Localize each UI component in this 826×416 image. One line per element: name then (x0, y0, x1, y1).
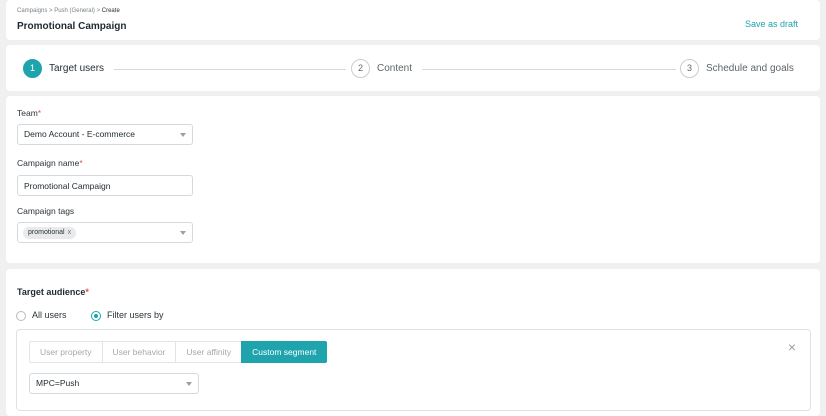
campaign-name-label-text: Campaign name (17, 158, 80, 168)
custom-segment-value: MPC=Push (36, 378, 80, 388)
step-connector (422, 69, 676, 70)
campaign-name-label: Campaign name* (17, 158, 83, 168)
breadcrumb-push-general[interactable]: Push (General) (54, 8, 95, 14)
tab-custom-segment[interactable]: Custom segment (241, 341, 328, 363)
step-3-label[interactable]: Schedule and goals (706, 63, 794, 74)
filter-users-label[interactable]: Filter users by (107, 310, 164, 320)
tag-chip: promotional x (23, 227, 77, 239)
campaign-stepper: 1 Target users 2 Content 3 Schedule and … (6, 45, 820, 91)
target-audience-title-text: Target audience (17, 287, 86, 297)
chevron-down-icon (186, 382, 192, 386)
save-as-draft-button[interactable]: Save as draft (745, 19, 798, 29)
breadcrumb-separator: > (49, 8, 53, 14)
target-audience-section: Target audience* All users Filter users … (6, 269, 820, 416)
filter-tabs: User property User behavior User affinit… (29, 341, 328, 363)
filter-users-radio[interactable] (91, 311, 101, 321)
breadcrumb: Campaigns > Push (General) > Create (17, 8, 120, 14)
step-2-circle[interactable]: 2 (351, 59, 370, 78)
target-audience-title: Target audience* (17, 287, 89, 297)
tab-user-affinity[interactable]: User affinity (175, 341, 242, 363)
required-mark: * (37, 108, 42, 118)
step-1-circle[interactable]: 1 (23, 59, 42, 78)
custom-segment-select[interactable]: MPC=Push (29, 373, 199, 394)
campaign-name-input[interactable] (17, 175, 193, 196)
tab-user-behavior[interactable]: User behavior (101, 341, 176, 363)
page-title: Promotional Campaign (17, 21, 127, 32)
chevron-down-icon (180, 133, 186, 137)
campaign-tags-select[interactable]: promotional x (17, 222, 193, 243)
step-2-label[interactable]: Content (377, 63, 412, 74)
campaign-details-form: Team* Demo Account - E-commerce Campaign… (6, 96, 820, 263)
chevron-down-icon (180, 231, 186, 235)
tab-user-property[interactable]: User property (29, 341, 102, 363)
page-header: Campaigns > Push (General) > Create Prom… (6, 0, 820, 40)
filter-panel: User property User behavior User affinit… (16, 329, 811, 411)
required-mark: * (79, 158, 83, 168)
remove-tag-icon[interactable]: x (68, 229, 72, 236)
all-users-label[interactable]: All users (32, 310, 67, 320)
required-mark: * (85, 287, 89, 297)
breadcrumb-create: Create (101, 8, 120, 14)
breadcrumb-separator: > (96, 8, 101, 14)
all-users-radio[interactable] (16, 311, 26, 321)
tag-chip-label: promotional (28, 229, 65, 236)
team-select[interactable]: Demo Account - E-commerce (17, 124, 193, 145)
campaign-tags-label: Campaign tags (17, 206, 75, 216)
team-label-text: Team (17, 108, 38, 118)
step-3-circle[interactable]: 3 (680, 59, 699, 78)
team-select-value: Demo Account - E-commerce (24, 129, 136, 139)
close-icon[interactable]: × (788, 340, 796, 354)
step-connector (114, 69, 346, 70)
team-label: Team* (17, 108, 41, 118)
breadcrumb-campaigns[interactable]: Campaigns (17, 8, 47, 14)
step-1-label[interactable]: Target users (49, 63, 104, 74)
